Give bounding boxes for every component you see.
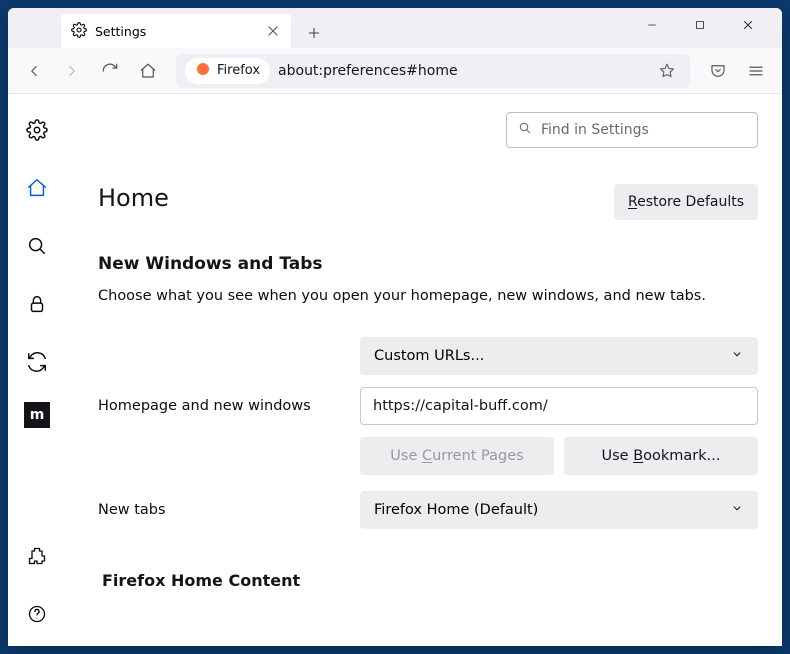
pocket-button[interactable] bbox=[702, 55, 734, 87]
homepage-label: Homepage and new windows bbox=[98, 398, 348, 414]
use-current-pages-button[interactable]: Use Current Pages bbox=[360, 437, 554, 475]
use-bookmark-button[interactable]: Use Bookmark... bbox=[564, 437, 758, 475]
close-window-button[interactable] bbox=[726, 10, 770, 40]
sidebar-item-privacy[interactable] bbox=[19, 286, 55, 322]
find-in-settings-input[interactable]: Find in Settings bbox=[506, 112, 758, 148]
browser-window: Settings Firefox about:preferences#home bbox=[8, 8, 782, 646]
window-controls bbox=[630, 8, 774, 40]
content-area: m Find in Settings Home Restore Defaults… bbox=[8, 94, 782, 646]
search-placeholder: Find in Settings bbox=[541, 122, 649, 138]
restore-defaults-button[interactable]: Restore Defaults bbox=[614, 184, 758, 220]
sidebar-item-more[interactable]: m bbox=[24, 402, 50, 428]
settings-main: Find in Settings Home Restore Defaults N… bbox=[66, 94, 782, 646]
sidebar-item-help[interactable] bbox=[19, 596, 55, 632]
home-button[interactable] bbox=[132, 55, 164, 87]
reload-button[interactable] bbox=[94, 55, 126, 87]
sidebar-item-sync[interactable] bbox=[19, 344, 55, 380]
new-tabs-label: New tabs bbox=[98, 502, 348, 518]
new-tabs-value: Firefox Home (Default) bbox=[374, 502, 538, 518]
tab-bar: Settings bbox=[8, 8, 782, 48]
chevron-down-icon bbox=[730, 501, 744, 519]
identity-pill[interactable]: Firefox bbox=[185, 58, 270, 84]
gear-icon bbox=[71, 22, 87, 41]
homepage-url-input[interactable] bbox=[360, 387, 758, 425]
section-new-windows-title: New Windows and Tabs bbox=[98, 254, 758, 274]
back-button[interactable] bbox=[18, 55, 50, 87]
firefox-icon bbox=[195, 61, 211, 81]
sidebar-item-search[interactable] bbox=[19, 228, 55, 264]
app-menu-button[interactable] bbox=[740, 55, 772, 87]
page-title: Home bbox=[98, 184, 169, 212]
chevron-down-icon bbox=[730, 347, 744, 365]
homepage-mode-value: Custom URLs... bbox=[374, 348, 484, 364]
url-text: about:preferences#home bbox=[278, 63, 645, 79]
section-hint: Choose what you see when you open your h… bbox=[98, 286, 758, 307]
new-tabs-select[interactable]: Firefox Home (Default) bbox=[360, 491, 758, 529]
identity-label: Firefox bbox=[217, 63, 260, 78]
tab-settings[interactable]: Settings bbox=[61, 14, 291, 48]
tab-title: Settings bbox=[95, 24, 146, 39]
navigation-toolbar: Firefox about:preferences#home bbox=[8, 48, 782, 94]
settings-sidebar: m bbox=[8, 94, 66, 646]
forward-button[interactable] bbox=[56, 55, 88, 87]
minimize-button[interactable] bbox=[630, 10, 674, 40]
maximize-button[interactable] bbox=[678, 10, 722, 40]
bookmark-star-icon[interactable] bbox=[653, 57, 681, 85]
new-tab-button[interactable] bbox=[299, 18, 329, 48]
homepage-mode-select[interactable]: Custom URLs... bbox=[360, 337, 758, 375]
close-tab-icon[interactable] bbox=[265, 23, 281, 39]
sidebar-item-home[interactable] bbox=[19, 170, 55, 206]
section-firefox-home-content-title: Firefox Home Content bbox=[102, 571, 758, 590]
sidebar-item-extensions[interactable] bbox=[19, 538, 55, 574]
search-icon bbox=[517, 120, 533, 140]
sidebar-item-general[interactable] bbox=[19, 112, 55, 148]
url-bar[interactable]: Firefox about:preferences#home bbox=[176, 54, 690, 88]
